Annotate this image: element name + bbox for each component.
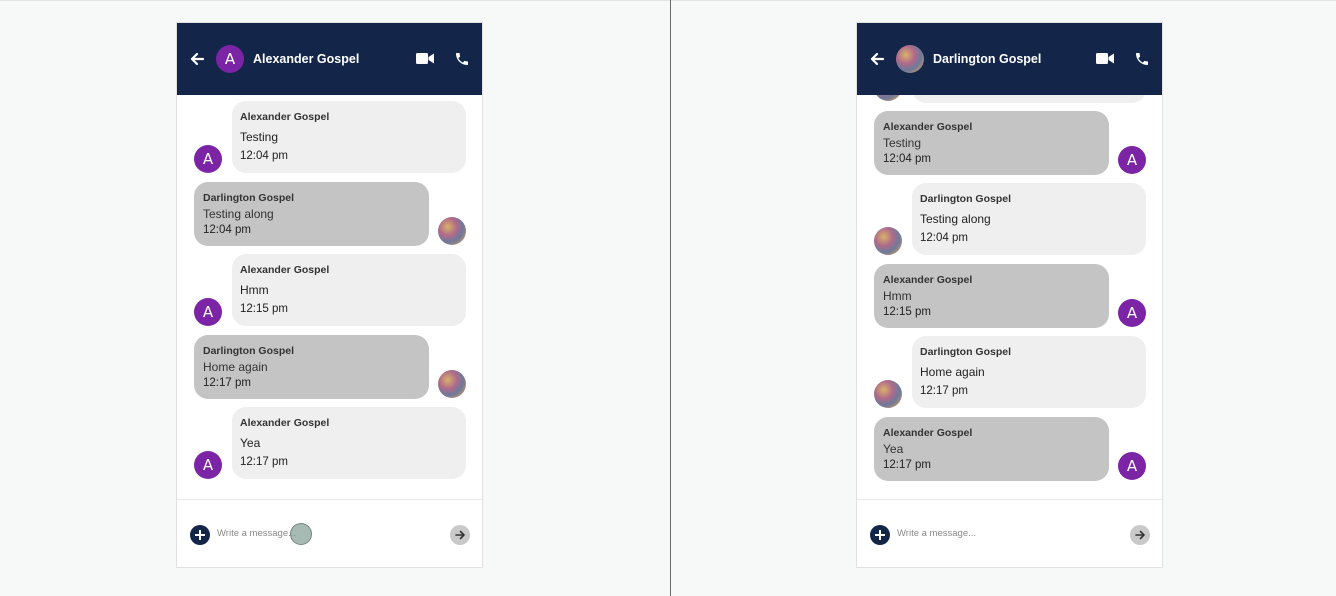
message-text: Yea xyxy=(240,436,261,450)
message-item: Darlington Gospel Home again 12:17 pm xyxy=(177,335,482,401)
message-sender: Alexander Gospel xyxy=(883,121,973,133)
window-divider xyxy=(670,0,671,596)
message-sender: Darlington Gospel xyxy=(920,346,1012,358)
message-time: 12:17 pm xyxy=(883,459,931,471)
send-button[interactable] xyxy=(450,525,470,545)
message-bubble: Darlington Gospel Home again 12:17 pm xyxy=(194,335,429,399)
touch-cursor-indicator xyxy=(290,523,312,545)
message-bubble: Alexander Gospel Yea 12:17 pm xyxy=(232,407,466,479)
chat-header: A Alexander Gospel xyxy=(177,23,482,95)
message-item: A Alexander Gospel Hmm 12:15 pm xyxy=(177,248,482,328)
message-time: 12:04 pm xyxy=(883,153,931,165)
message-text: Hmm xyxy=(240,283,269,297)
sender-avatar: A xyxy=(1118,299,1146,327)
back-arrow-icon[interactable] xyxy=(869,51,885,67)
message-item: Darlington Gospel Testing along 12:04 pm xyxy=(857,177,1162,257)
contact-name: Darlington Gospel xyxy=(933,52,1042,66)
sender-photo-avatar xyxy=(874,227,902,255)
message-bubble: Darlington Gospel Home again 12:17 pm xyxy=(912,336,1146,408)
message-item: A Alexander Gospel Testing 12:04 pm xyxy=(177,95,482,175)
send-button[interactable] xyxy=(1130,525,1150,545)
arrow-right-icon xyxy=(455,530,465,540)
sender-avatar: A xyxy=(1118,146,1146,174)
message-sender: Alexander Gospel xyxy=(883,427,973,439)
message-composer xyxy=(857,499,1162,567)
back-arrow-icon[interactable] xyxy=(189,51,205,67)
chat-window-left: A Alexander Gospel A Alexander Gospel Te… xyxy=(176,22,483,568)
message-list[interactable]: A Alexander Gospel Testing 12:04 pm Darl… xyxy=(177,95,482,499)
sender-avatar: A xyxy=(194,145,222,173)
add-attachment-button[interactable] xyxy=(870,525,890,545)
message-bubble xyxy=(912,95,1146,103)
message-time: 12:04 pm xyxy=(240,150,288,162)
add-attachment-button[interactable] xyxy=(190,525,210,545)
chat-window-right: Darlington Gospel Alexander Gospel Testi… xyxy=(856,22,1163,568)
sender-photo-avatar xyxy=(874,95,902,101)
phone-call-icon[interactable] xyxy=(454,51,470,67)
contact-name: Alexander Gospel xyxy=(253,52,360,66)
message-time: 12:04 pm xyxy=(920,232,968,244)
message-sender: Darlington Gospel xyxy=(203,192,295,204)
video-call-icon[interactable] xyxy=(416,52,434,65)
message-time: 12:15 pm xyxy=(240,303,288,315)
message-item: Darlington Gospel Testing along 12:04 pm xyxy=(177,182,482,248)
message-sender: Alexander Gospel xyxy=(240,264,330,276)
message-text: Home again xyxy=(920,365,985,379)
message-item: Darlington Gospel Home again 12:17 pm xyxy=(857,330,1162,410)
message-text: Yea xyxy=(883,442,904,456)
contact-photo-avatar[interactable] xyxy=(896,45,924,73)
phone-call-icon[interactable] xyxy=(1134,51,1150,67)
message-time: 12:17 pm xyxy=(920,385,968,397)
top-border xyxy=(0,0,1336,1)
message-input[interactable] xyxy=(897,522,1117,544)
message-time: 12:15 pm xyxy=(883,306,931,318)
message-bubble: Alexander Gospel Testing 12:04 pm xyxy=(874,111,1109,175)
video-call-icon[interactable] xyxy=(1096,52,1114,65)
message-bubble: Alexander Gospel Yea 12:17 pm xyxy=(874,417,1109,481)
message-bubble: Alexander Gospel Hmm 12:15 pm xyxy=(232,254,466,326)
message-text: Testing xyxy=(240,130,279,144)
message-item: A Alexander Gospel Yea 12:17 pm xyxy=(177,401,482,481)
sender-photo-avatar xyxy=(874,380,902,408)
message-item: Alexander Gospel Hmm 12:15 pm A xyxy=(857,264,1162,330)
message-text: Testing along xyxy=(203,207,274,221)
sender-photo-avatar xyxy=(438,217,466,245)
message-sender: Alexander Gospel xyxy=(240,111,330,123)
message-item: Alexander Gospel Testing 12:04 pm A xyxy=(857,111,1162,177)
message-time: 12:17 pm xyxy=(203,377,251,389)
sender-avatar: A xyxy=(1118,452,1146,480)
message-item: Alexander Gospel Yea 12:17 pm A xyxy=(857,417,1162,483)
message-item-partial xyxy=(857,95,1162,105)
message-sender: Darlington Gospel xyxy=(203,345,295,357)
message-time: 12:04 pm xyxy=(203,224,251,236)
message-text: Hmm xyxy=(883,289,912,303)
message-time: 12:17 pm xyxy=(240,456,288,468)
contact-avatar[interactable]: A xyxy=(216,45,244,73)
message-bubble: Darlington Gospel Testing along 12:04 pm xyxy=(912,183,1146,255)
sender-photo-avatar xyxy=(438,370,466,398)
sender-avatar: A xyxy=(194,451,222,479)
message-sender: Alexander Gospel xyxy=(883,274,973,286)
message-text: Testing xyxy=(883,136,922,150)
message-sender: Alexander Gospel xyxy=(240,417,330,429)
message-sender: Darlington Gospel xyxy=(920,193,1012,205)
message-input[interactable] xyxy=(217,522,437,544)
arrow-right-icon xyxy=(1135,530,1145,540)
message-composer xyxy=(177,499,482,567)
message-text: Home again xyxy=(203,360,268,374)
message-bubble: Alexander Gospel Hmm 12:15 pm xyxy=(874,264,1109,328)
message-list[interactable]: Alexander Gospel Testing 12:04 pm A Darl… xyxy=(857,95,1162,499)
message-bubble: Darlington Gospel Testing along 12:04 pm xyxy=(194,182,429,246)
chat-header: Darlington Gospel xyxy=(857,23,1162,95)
sender-avatar: A xyxy=(194,298,222,326)
message-text: Testing along xyxy=(920,212,991,226)
message-bubble: Alexander Gospel Testing 12:04 pm xyxy=(232,101,466,173)
